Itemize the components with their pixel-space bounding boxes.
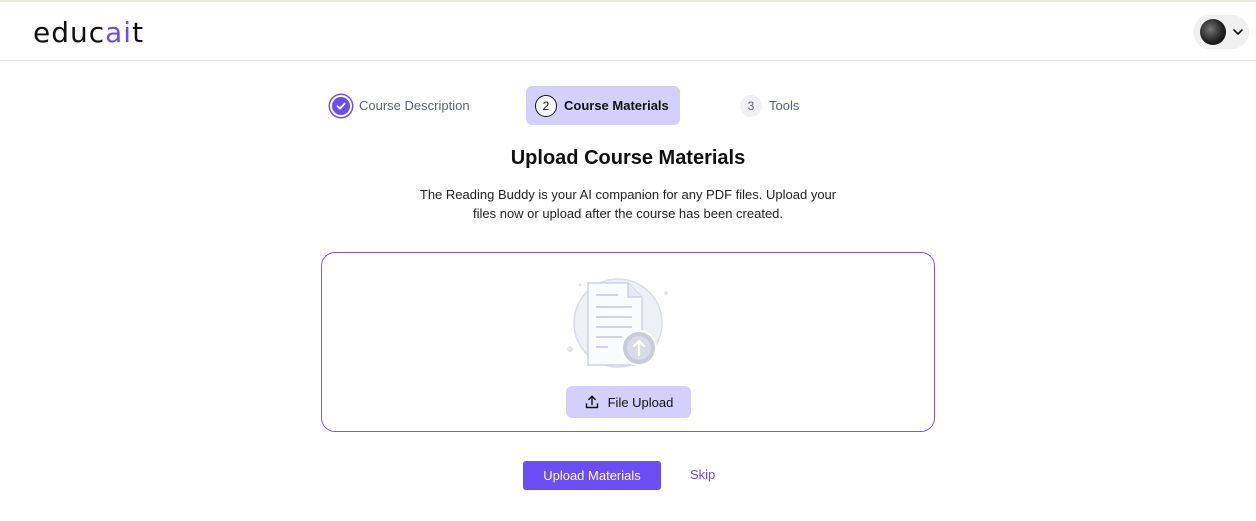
step-label: Tools [769,98,800,113]
check-icon [330,94,352,117]
educait-logo[interactable]: educait [33,16,144,49]
app-header: educait [0,2,1256,61]
stepper: Course Description 2 Course Materials 3 … [0,86,1256,125]
user-menu-button[interactable] [1193,15,1249,49]
step-label: Course Materials [564,98,669,113]
upload-icon [585,395,598,409]
page-title: Upload Course Materials [510,147,746,169]
step-tools[interactable]: 3 Tools [740,86,799,125]
file-upload-label: File Upload [607,394,674,410]
page-description: The Reading Buddy is your AI companion f… [419,187,837,221]
upload-materials-button[interactable]: Upload Materials [523,461,661,490]
document-upload-illustration-icon [567,278,668,368]
step-label: Course Description [359,98,470,113]
file-upload-button[interactable]: File Upload [566,386,691,418]
step-number: 3 [740,94,762,117]
step-course-materials[interactable]: 2 Course Materials [526,86,680,125]
step-number: 2 [535,94,557,117]
file-dropzone[interactable]: File Upload [321,252,935,432]
step-course-description[interactable]: Course Description [330,86,470,125]
skip-link[interactable]: Skip [690,467,715,482]
chevron-down-icon [1233,29,1243,35]
avatar [1200,19,1226,45]
